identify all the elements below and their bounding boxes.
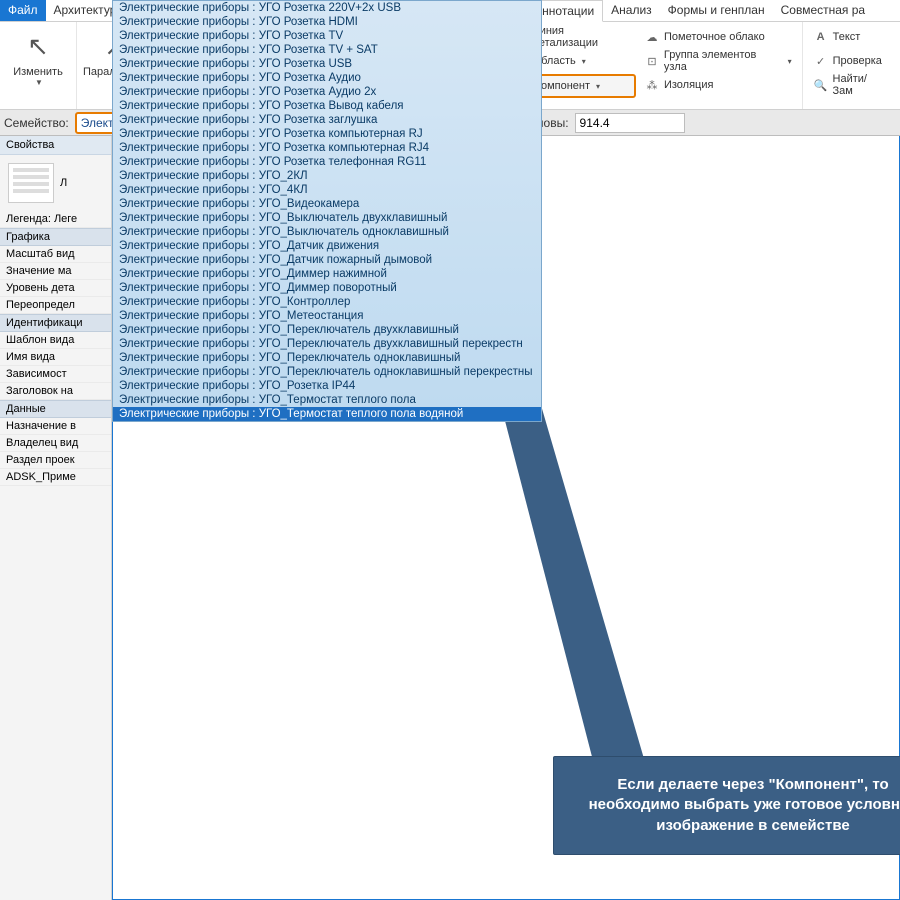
isolate-label: Изоляция <box>664 79 713 91</box>
find-icon: 🔍 <box>813 79 829 92</box>
properties-title: Свойства <box>0 136 111 155</box>
chevron-down-icon: ▾ <box>580 57 586 66</box>
prop-row[interactable]: Значение ма <box>0 263 111 280</box>
dropdown-item[interactable]: Электрические приборы : УГО Розетка 220V… <box>113 1 541 15</box>
modify-button[interactable]: ↖ Изменить ▼ <box>4 24 72 91</box>
check-button[interactable]: ✓ Проверка <box>809 50 894 72</box>
detail-line-label: Линия детализации <box>532 25 632 49</box>
dropdown-item[interactable]: Электрические приборы : УГО_Термостат те… <box>113 407 541 421</box>
dropdown-item[interactable]: Электрические приборы : УГО Розетка HDMI <box>113 15 541 29</box>
instance-selector[interactable]: Легенда: Леге <box>0 211 111 228</box>
dropdown-item[interactable]: Электрические приборы : УГО Розетка Выво… <box>113 99 541 113</box>
section-ident[interactable]: Идентификаци <box>0 314 111 332</box>
cloud-button[interactable]: ☁ Пометочное облако <box>640 26 796 48</box>
dropdown-item[interactable]: Электрические приборы : УГО Розетка TV <box>113 29 541 43</box>
dropdown-item[interactable]: Электрические приборы : УГО_Переключател… <box>113 323 541 337</box>
type-selector[interactable]: Л <box>0 155 111 211</box>
prop-row[interactable]: Зависимост <box>0 366 111 383</box>
dropdown-item[interactable]: Электрические приборы : УГО Розетка загл… <box>113 113 541 127</box>
cursor-icon: ↖ <box>6 28 70 64</box>
dropdown-item[interactable]: Электрические приборы : УГО Розетка USB <box>113 57 541 71</box>
dropdown-item[interactable]: Электрические приборы : УГО_Термостат те… <box>113 393 541 407</box>
section-data[interactable]: Данные <box>0 400 111 418</box>
dropdown-item[interactable]: Электрические приборы : УГО_Переключател… <box>113 351 541 365</box>
dropdown-item[interactable]: Электрические приборы : УГО_Диммер нажим… <box>113 267 541 281</box>
properties-panel: Свойства Л Легенда: Леге Графика Масштаб… <box>0 136 112 900</box>
group-button[interactable]: ⊡ Группа элементов узла ▾ <box>640 50 796 72</box>
prop-row[interactable]: Владелец вид <box>0 435 111 452</box>
prop-row[interactable]: Имя вида <box>0 349 111 366</box>
dropdown-item[interactable]: Электрические приборы : УГО_Метеостанция <box>113 309 541 323</box>
component-label: Компонент <box>535 80 590 92</box>
menu-tab[interactable]: Анализ <box>603 0 660 21</box>
dropdown-item[interactable]: Электрические приборы : УГО_Переключател… <box>113 365 541 379</box>
chevron-down-icon: ▾ <box>594 82 600 91</box>
check-label: Проверка <box>833 55 882 67</box>
prop-row[interactable]: Переопредел <box>0 297 111 314</box>
dropdown-item[interactable]: Электрические приборы : УГО_Выключатель … <box>113 225 541 239</box>
dropdown-item[interactable]: Электрические приборы : УГО_Переключател… <box>113 337 541 351</box>
dropdown-item[interactable]: Электрические приборы : УГО_Диммер повор… <box>113 281 541 295</box>
dropdown-item[interactable]: Электрические приборы : УГО_Контроллер <box>113 295 541 309</box>
prop-row[interactable]: ADSK_Приме <box>0 469 111 486</box>
thumbnail-icon <box>8 163 54 203</box>
find-label: Найти/ Зам <box>833 73 890 97</box>
group-label: Группа элементов узла <box>664 49 782 73</box>
length-input[interactable]: 914.4 <box>575 113 685 133</box>
cloud-icon: ☁ <box>644 31 660 44</box>
dropdown-item[interactable]: Электрические приборы : УГО_Датчик движе… <box>113 239 541 253</box>
isolate-button[interactable]: ⁂ Изоляция <box>640 74 796 96</box>
group-icon: ⊡ <box>644 55 660 68</box>
menu-file[interactable]: Файл <box>0 0 46 21</box>
dropdown-item[interactable]: Электрические приборы : УГО Розетка Ауди… <box>113 71 541 85</box>
type-label: Л <box>60 177 67 189</box>
chevron-down-icon: ▼ <box>6 78 70 87</box>
prop-row[interactable]: Уровень дета <box>0 280 111 297</box>
find-button[interactable]: 🔍 Найти/ Зам <box>809 74 894 96</box>
dropdown-item[interactable]: Электрические приборы : УГО Розетка Ауди… <box>113 85 541 99</box>
dropdown-item[interactable]: Электрические приборы : УГО Розетка TV +… <box>113 43 541 57</box>
dropdown-item[interactable]: Электрические приборы : УГО_Выключатель … <box>113 211 541 225</box>
text-button[interactable]: A Текст <box>809 26 894 48</box>
prop-row[interactable]: Масштаб вид <box>0 246 111 263</box>
length-value: 914.4 <box>580 116 610 130</box>
dropdown-item[interactable]: Электрические приборы : УГО_2КЛ <box>113 169 541 183</box>
prop-row[interactable]: Заголовок на <box>0 383 111 400</box>
text-icon: A <box>813 31 829 43</box>
prop-row[interactable]: Раздел проек <box>0 452 111 469</box>
chevron-down-icon: ▾ <box>786 57 792 66</box>
prop-row[interactable]: Назначение в <box>0 418 111 435</box>
dropdown-item[interactable]: Электрические приборы : УГО_Датчик пожар… <box>113 253 541 267</box>
family-dropdown-list[interactable]: Электрические приборы : УГО Розетка 220V… <box>112 0 542 422</box>
prop-row[interactable]: Шаблон вида <box>0 332 111 349</box>
cloud-label: Пометочное облако <box>664 31 765 43</box>
menu-tab[interactable]: Совместная ра <box>773 0 873 21</box>
dropdown-item[interactable]: Электрические приборы : УГО Розетка комп… <box>113 127 541 141</box>
dropdown-item[interactable]: Электрические приборы : УГО_4КЛ <box>113 183 541 197</box>
isolate-icon: ⁂ <box>644 79 660 92</box>
dropdown-item[interactable]: Электрические приборы : УГО_Видеокамера <box>113 197 541 211</box>
callout-box: Если делаете через "Компонент", то необх… <box>553 756 900 855</box>
family-label: Семейство: <box>4 116 69 130</box>
dropdown-item[interactable]: Электрические приборы : УГО Розетка комп… <box>113 141 541 155</box>
dropdown-item[interactable]: Электрические приборы : УГО_Розетка IP44 <box>113 379 541 393</box>
menu-tab[interactable]: Формы и генплан <box>660 0 773 21</box>
content-area: Свойства Л Легенда: Леге Графика Масштаб… <box>0 136 900 900</box>
dropdown-item[interactable]: Электрические приборы : УГО Розетка теле… <box>113 155 541 169</box>
modify-label: Изменить <box>6 64 70 78</box>
section-graphics[interactable]: Графика <box>0 228 111 246</box>
text-label: Текст <box>833 31 861 43</box>
check-icon: ✓ <box>813 55 829 68</box>
